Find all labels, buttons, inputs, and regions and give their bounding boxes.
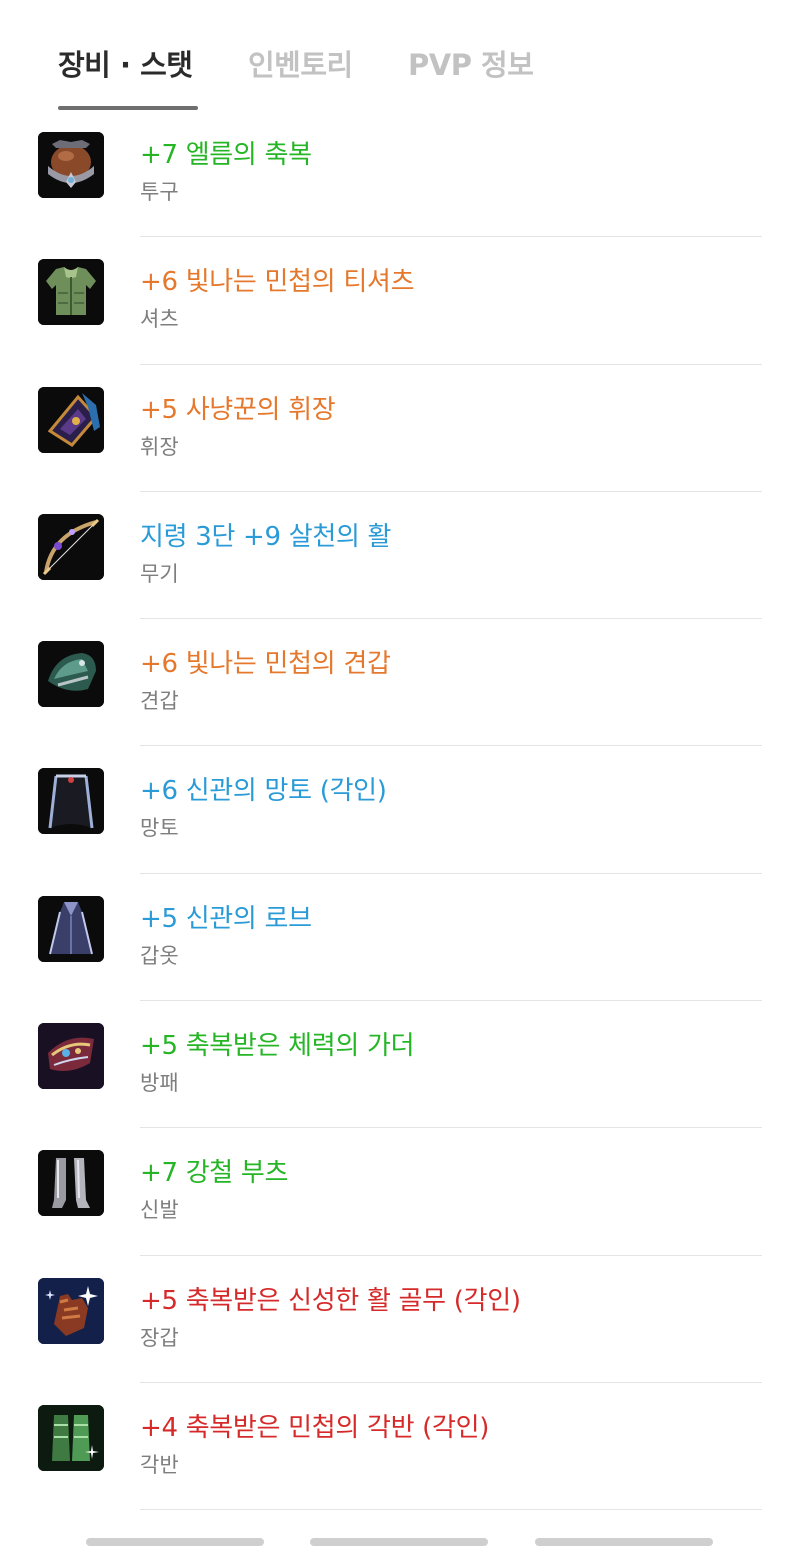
equipment-item-shoulder[interactable]: +6 빛나는 민첩의 견갑 견갑 (0, 619, 800, 747)
page-indicator-2[interactable] (310, 1538, 488, 1546)
item-name: +6 빛나는 민첩의 티셔츠 (140, 267, 415, 298)
page-indicator (0, 1538, 800, 1548)
item-slot: 견갑 (140, 689, 179, 714)
item-slot: 장갑 (140, 1325, 179, 1350)
greaves-icon (38, 1404, 104, 1471)
equipment-item-shirt[interactable]: +6 빛나는 민첩의 티셔츠 셔츠 (0, 237, 800, 365)
equipment-item-gloves[interactable]: +5 축복받은 신성한 활 골무 (각인) 장갑 (0, 1256, 800, 1383)
page-indicator-3[interactable] (535, 1538, 713, 1546)
bow-icon (38, 513, 104, 580)
item-name: +5 신관의 로브 (140, 903, 312, 934)
tab-pvp-info[interactable]: PVP 정보 (408, 42, 534, 84)
boots-icon (38, 1150, 104, 1217)
tab-inventory[interactable]: 인벤토리 (248, 42, 353, 84)
shoulder-guard-icon (38, 641, 104, 708)
item-name: +4 축복받은 민첩의 각반 (각인) (140, 1412, 490, 1443)
equipment-item-weapon[interactable]: 지령 3단 +9 살천의 활 무기 (0, 492, 800, 620)
item-name: +5 사냥꾼의 휘장 (140, 394, 336, 425)
item-name: 지령 3단 +9 살천의 활 (140, 521, 392, 552)
item-slot: 방패 (140, 1071, 179, 1096)
equipment-item-armor[interactable]: +5 신관의 로브 갑옷 (0, 874, 800, 1002)
item-name: +6 신관의 망토 (각인) (140, 776, 387, 807)
item-slot: 무기 (140, 561, 179, 586)
item-slot: 신발 (140, 1198, 179, 1223)
equipment-item-insignia[interactable]: +5 사냥꾼의 휘장 휘장 (0, 365, 800, 492)
robe-icon (38, 895, 104, 962)
page-indicator-1[interactable] (86, 1538, 264, 1546)
shirt-icon (38, 259, 104, 326)
item-name: +5 축복받은 신성한 활 골무 (각인) (140, 1285, 521, 1316)
item-slot: 셔츠 (140, 307, 179, 332)
cloak-icon (38, 768, 104, 835)
insignia-icon (38, 386, 104, 453)
tab-equipment-stats[interactable]: 장비 · 스탯 (58, 42, 193, 84)
item-name: +7 엘름의 축복 (140, 140, 312, 170)
glove-icon (38, 1277, 104, 1344)
tab-bar: 장비 · 스탯 인벤토리 PVP 정보 (0, 0, 800, 110)
item-slot: 투구 (140, 180, 179, 204)
helmet-icon (38, 132, 104, 198)
item-name: +6 빛나는 민첩의 견갑 (140, 649, 391, 680)
equipment-list: +7 엘름의 축복 투구 +6 빛나는 민첩의 티셔츠 셔츠 +5 사냥꾼의 휘… (0, 110, 800, 1511)
equipment-item-greaves[interactable]: +4 축복받은 민첩의 각반 (각인) 각반 (0, 1383, 800, 1511)
item-slot: 망토 (140, 816, 179, 841)
item-slot: 휘장 (140, 434, 179, 459)
divider (140, 1509, 762, 1511)
equipment-item-shield[interactable]: +5 축복받은 체력의 가더 방패 (0, 1001, 800, 1129)
equipment-item-cloak[interactable]: +6 신관의 망토 (각인) 망토 (0, 746, 800, 874)
item-slot: 갑옷 (140, 943, 179, 968)
equipment-item-shoes[interactable]: +7 강철 부츠 신발 (0, 1128, 800, 1256)
item-name: +7 강철 부츠 (140, 1158, 289, 1189)
item-slot: 각반 (140, 1452, 179, 1477)
equipment-item-helmet[interactable]: +7 엘름의 축복 투구 (0, 110, 800, 238)
guarder-icon (38, 1023, 104, 1090)
item-name: +5 축복받은 체력의 가더 (140, 1031, 415, 1062)
